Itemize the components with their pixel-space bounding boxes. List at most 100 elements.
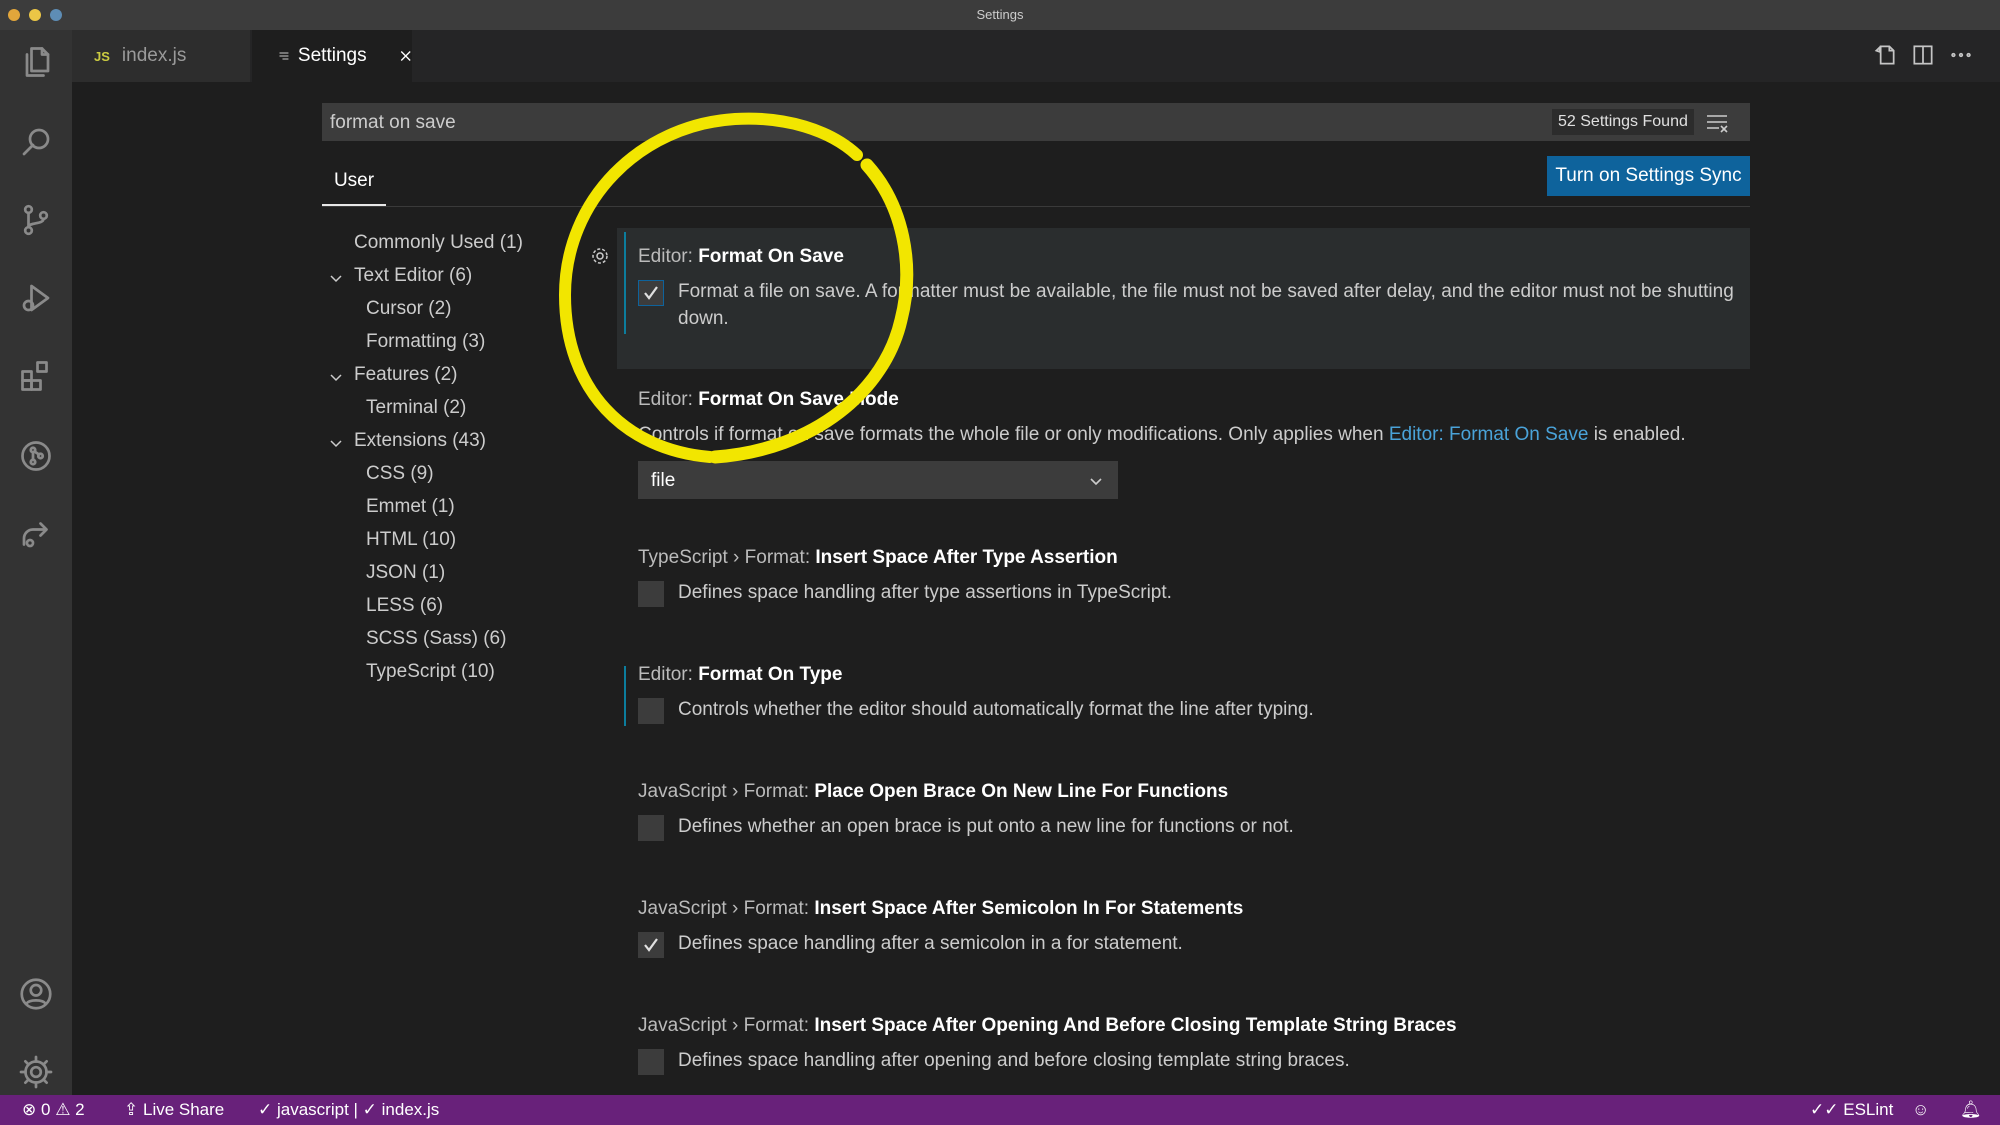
activity-bar: [0, 30, 72, 1095]
setting-link[interactable]: Editor: Format On Save: [1389, 424, 1589, 445]
toc-item-css[interactable]: CSS (9): [366, 463, 434, 485]
search-icon[interactable]: [16, 122, 56, 162]
clear-filter-icon[interactable]: [1706, 113, 1730, 133]
setting-category: Editor:: [638, 664, 699, 685]
setting-name: Format On Save Mode: [698, 389, 899, 410]
settings-search-box: 52 Settings Found: [322, 103, 1750, 143]
setting-category: TypeScript › Format:: [638, 547, 816, 568]
toc-item-html[interactable]: HTML (10): [366, 529, 456, 551]
account-icon[interactable]: [16, 974, 56, 1014]
toc-item-less[interactable]: LESS (6): [366, 595, 443, 617]
setting-category: Editor:: [638, 389, 699, 410]
chevron-down-icon: [330, 374, 342, 382]
turn-on-settings-sync-button[interactable]: Turn on Settings Sync: [1547, 156, 1750, 196]
setting-format-on-save: Editor: Format On Save Format a file on …: [638, 246, 1734, 329]
setting-title: Editor: Format On Save Mode: [638, 389, 899, 411]
file-label: index.js: [381, 1100, 440, 1119]
toc-item-extensions[interactable]: Extensions (43): [330, 430, 487, 452]
status-bar: ⊗ 0 ⚠ 2 ⇪ Live Share ✓ javascript | ✓ in…: [0, 1095, 2000, 1125]
setting-title: JavaScript › Format: Insert Space After …: [638, 1015, 1457, 1037]
checkmark-icon: [644, 286, 658, 300]
editor-tab-bar: JS index.js Settings: [72, 30, 2000, 82]
modified-indicator: [624, 666, 626, 726]
setting-name: Format On Save: [698, 246, 844, 267]
notifications-bell-icon[interactable]: 🔔︎: [1960, 1100, 1982, 1120]
eslint-status[interactable]: ✓✓ ESLint: [1810, 1100, 1893, 1120]
toc-item-scss[interactable]: SCSS (Sass) (6): [366, 628, 506, 650]
setting-js-insert-space-after-semicolon: JavaScript › Format: Insert Space After …: [638, 898, 1243, 958]
language-status[interactable]: ✓ javascript | ✓ index.js: [258, 1100, 439, 1120]
toc-item-typescript[interactable]: TypeScript (10): [366, 661, 495, 683]
description-text: is enabled.: [1588, 424, 1686, 445]
setting-description: Defines space handling after opening and…: [678, 1050, 1350, 1071]
explorer-icon[interactable]: [16, 42, 56, 82]
chevron-down-icon: [1090, 478, 1102, 486]
error-count: 0: [40, 1100, 51, 1119]
tab-label: index.js: [121, 45, 187, 66]
toc-item-formatting[interactable]: Formatting (3): [366, 331, 485, 353]
setting-checkbox[interactable]: [638, 698, 664, 724]
editor-actions: [1872, 42, 1974, 68]
setting-description: Controls if format on save formats the w…: [638, 421, 1838, 448]
setting-description: Defines space handling after type assert…: [678, 582, 1172, 603]
setting-title: Editor: Format On Type: [638, 664, 842, 686]
window-title: Settings: [976, 7, 1024, 22]
check-icon: ✓: [258, 1100, 273, 1119]
split-editor-icon[interactable]: [1910, 42, 1936, 68]
run-debug-icon[interactable]: [16, 278, 56, 318]
format-on-save-mode-select[interactable]: file: [638, 461, 1118, 499]
setting-title: JavaScript › Format: Insert Space After …: [638, 898, 1243, 920]
double-check-icon: ✓✓: [1810, 1100, 1839, 1119]
setting-name: Format On Type: [698, 664, 843, 685]
feedback-icon[interactable]: ☺: [1912, 1100, 1929, 1120]
toc-label: Text Editor (6): [354, 265, 473, 286]
setting-checkbox[interactable]: [638, 581, 664, 607]
live-share-status[interactable]: ⇪ Live Share: [124, 1100, 224, 1120]
settings-search-input[interactable]: [328, 103, 1232, 143]
close-tab-icon[interactable]: [399, 47, 412, 65]
javascript-file-icon: JS: [94, 48, 110, 64]
toc-item-json[interactable]: JSON (1): [366, 562, 445, 584]
toc-item-cursor[interactable]: Cursor (2): [366, 298, 452, 320]
problems-status[interactable]: ⊗ 0 ⚠ 2: [22, 1100, 85, 1120]
open-settings-json-icon[interactable]: [1872, 42, 1898, 68]
live-share-label: Live Share: [142, 1100, 225, 1119]
git-graph-icon[interactable]: [16, 436, 56, 476]
extensions-icon[interactable]: [16, 356, 56, 396]
language-label: javascript |: [276, 1100, 363, 1119]
manage-gear-icon[interactable]: [16, 1052, 56, 1092]
eslint-label: ESLint: [1843, 1100, 1894, 1119]
toc-item-emmet[interactable]: Emmet (1): [366, 496, 455, 518]
warning-icon: ⚠: [55, 1100, 71, 1119]
setting-checkbox[interactable]: [638, 932, 664, 958]
toc-label: Extensions (43): [354, 430, 487, 451]
settings-found-count: 52 Settings Found: [1552, 109, 1694, 135]
more-actions-icon[interactable]: [1948, 42, 1974, 68]
live-share-icon[interactable]: [16, 514, 56, 554]
format-on-save-checkbox[interactable]: [638, 280, 664, 306]
setting-format-on-type: Editor: Format On Type Controls whether …: [638, 664, 1314, 724]
select-value: file: [651, 470, 676, 491]
toc-item-text-editor[interactable]: Text Editor (6): [330, 265, 473, 287]
toc-item-features[interactable]: Features (2): [330, 364, 457, 386]
setting-category: Editor:: [638, 246, 699, 267]
setting-checkbox[interactable]: [638, 815, 664, 841]
setting-name: Insert Space After Semicolon In For Stat…: [814, 898, 1244, 919]
setting-js-template-string-braces: JavaScript › Format: Insert Space After …: [638, 1015, 1457, 1075]
setting-format-on-save-mode: Editor: Format On Save Mode Controls if …: [638, 389, 1686, 445]
setting-category: JavaScript › Format:: [638, 1015, 815, 1036]
tab-index-js[interactable]: JS index.js: [72, 30, 250, 82]
tab-user-settings[interactable]: User: [322, 162, 386, 206]
source-control-icon[interactable]: [16, 200, 56, 240]
warning-count: 2: [75, 1100, 85, 1119]
tab-settings[interactable]: Settings: [252, 30, 412, 82]
toc-item-terminal[interactable]: Terminal (2): [366, 397, 466, 419]
setting-name: Place Open Brace On New Line For Functio…: [814, 781, 1229, 802]
setting-gear-icon[interactable]: [588, 244, 612, 268]
setting-title: JavaScript › Format: Place Open Brace On…: [638, 781, 1228, 803]
toc-item-commonly-used[interactable]: Commonly Used (1): [354, 232, 523, 254]
settings-file-icon: [279, 52, 289, 60]
setting-category: JavaScript › Format:: [638, 781, 815, 802]
setting-js-place-open-brace: JavaScript › Format: Place Open Brace On…: [638, 781, 1294, 841]
setting-checkbox[interactable]: [638, 1049, 664, 1075]
